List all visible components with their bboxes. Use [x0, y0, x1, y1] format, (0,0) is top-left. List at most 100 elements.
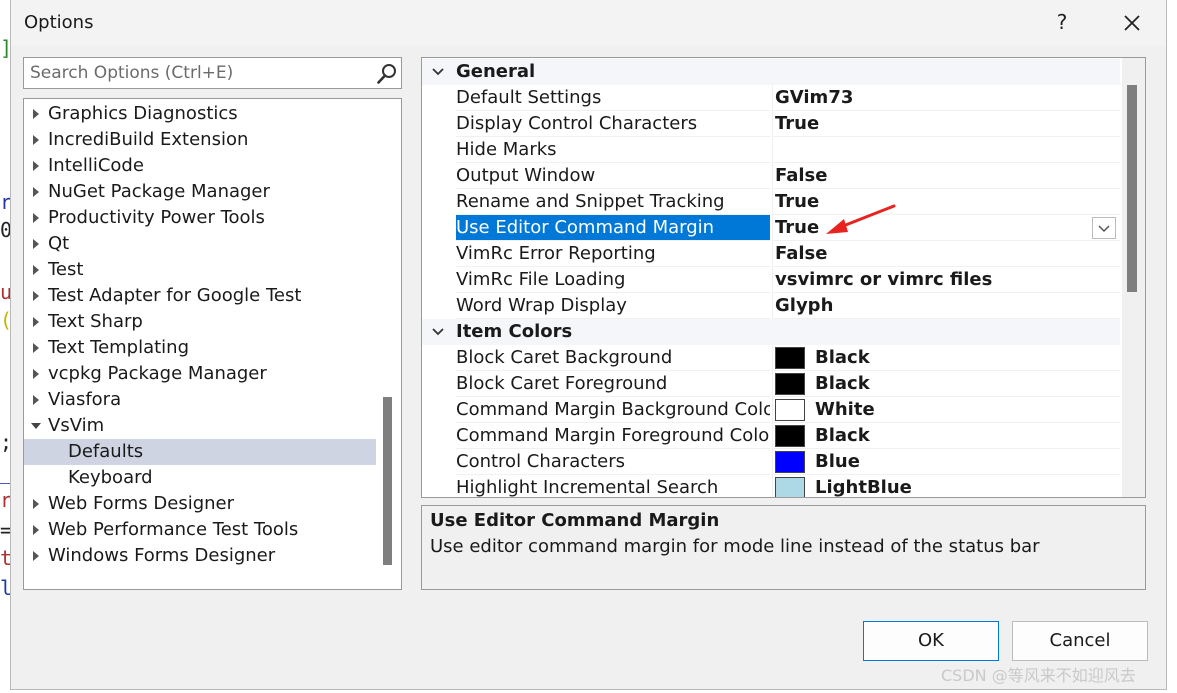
chevron-right-icon[interactable] — [33, 265, 39, 275]
tree-item[interactable]: IncrediBuild Extension — [24, 127, 376, 153]
property-value[interactable]: Black — [772, 423, 1120, 449]
grid-property-row[interactable]: VimRc Error Reporting False — [422, 241, 1120, 267]
property-name[interactable]: Use Editor Command Margin — [456, 215, 770, 241]
grid-property-row[interactable]: Command Margin Foreground Color Black — [422, 423, 1120, 449]
tree-scrollbar-thumb[interactable] — [383, 397, 392, 565]
close-button[interactable] — [1115, 6, 1149, 40]
tree-item[interactable]: Web Performance Test Tools — [24, 517, 376, 543]
property-name[interactable]: Word Wrap Display — [456, 293, 770, 319]
property-value[interactable]: False — [772, 163, 1120, 189]
help-button[interactable]: ? — [1051, 10, 1073, 36]
property-value[interactable]: vsvimrc or vimrc files — [772, 267, 1120, 293]
property-value[interactable]: GVim73 — [772, 85, 1120, 111]
tree-item[interactable]: vcpkg Package Manager — [24, 361, 376, 387]
tree-item[interactable]: Text Templating — [24, 335, 376, 361]
chevron-right-icon[interactable] — [33, 109, 39, 119]
property-grid: General Default Settings GVim73 Display Con… — [421, 57, 1146, 498]
grid-property-row[interactable]: Control Characters Blue — [422, 449, 1120, 475]
tree-item[interactable]: IntelliCode — [24, 153, 376, 179]
chevron-right-icon[interactable] — [33, 317, 39, 327]
grid-property-row[interactable]: Word Wrap Display Glyph — [422, 293, 1120, 319]
tree-item[interactable]: VsVim — [24, 413, 376, 439]
grid-category[interactable]: General — [422, 59, 1120, 85]
grid-property-row[interactable]: Command Margin Background Color White — [422, 397, 1120, 423]
tree-item[interactable]: Viasfora — [24, 387, 376, 413]
grid-property-row[interactable]: Block Caret Foreground Black — [422, 371, 1120, 397]
search-box[interactable] — [23, 57, 402, 89]
tree-item[interactable]: Windows Forms Designer — [24, 543, 376, 569]
chevron-right-icon[interactable] — [33, 499, 39, 509]
color-value-label: Blue — [815, 451, 860, 472]
property-value[interactable]: True — [772, 111, 1120, 137]
chevron-right-icon[interactable] — [33, 161, 39, 171]
property-value[interactable]: Black — [772, 371, 1120, 397]
grid-property-row[interactable]: Display Control Characters True — [422, 111, 1120, 137]
grid-property-row[interactable]: Hide Marks — [422, 137, 1120, 163]
chevron-right-icon[interactable] — [33, 135, 39, 145]
color-value-label: LightBlue — [815, 477, 912, 498]
tree-item[interactable]: Test — [24, 257, 376, 283]
chevron-down-icon[interactable] — [432, 67, 444, 77]
color-value-label: Black — [815, 425, 870, 446]
grid-property-row[interactable]: VimRc File Loading vsvimrc or vimrc files — [422, 267, 1120, 293]
property-name[interactable]: Rename and Snippet Tracking — [456, 189, 770, 215]
tree-item[interactable]: Web Forms Designer — [24, 491, 376, 517]
tree-item[interactable]: Keyboard — [24, 465, 376, 491]
ok-button[interactable]: OK — [863, 621, 999, 661]
property-name[interactable]: Command Margin Foreground Color — [456, 423, 770, 449]
chevron-right-icon[interactable] — [33, 343, 39, 353]
chevron-right-icon[interactable] — [33, 551, 39, 561]
tree-item[interactable]: Qt — [24, 231, 376, 257]
property-name[interactable]: Command Margin Background Color — [456, 397, 770, 423]
chevron-right-icon[interactable] — [33, 395, 39, 405]
grid-category[interactable]: Item Colors — [422, 319, 1120, 345]
property-value[interactable]: Glyph — [772, 293, 1120, 319]
cancel-button[interactable]: Cancel — [1012, 621, 1148, 661]
property-name[interactable]: Display Control Characters — [456, 111, 770, 137]
grid-property-row[interactable]: Highlight Incremental Search LightBlue — [422, 475, 1120, 498]
chevron-right-icon[interactable] — [33, 239, 39, 249]
property-name[interactable]: Control Characters — [456, 449, 770, 475]
property-name[interactable]: VimRc File Loading — [456, 267, 770, 293]
grid-property-row[interactable]: Rename and Snippet Tracking True — [422, 189, 1120, 215]
property-name[interactable]: Block Caret Background — [456, 345, 770, 371]
tree-item-label: Test Adapter for Google Test — [48, 285, 302, 306]
value-dropdown-button[interactable] — [1092, 217, 1116, 239]
tree-item[interactable]: NuGet Package Manager — [24, 179, 376, 205]
grid-property-row[interactable]: Block Caret Background Black — [422, 345, 1120, 371]
chevron-right-icon[interactable] — [33, 369, 39, 379]
property-value[interactable]: False — [772, 241, 1120, 267]
tree-item[interactable]: Graphics Diagnostics — [24, 101, 376, 127]
grid-category-label: Item Colors — [456, 321, 573, 342]
grid-scrollbar-thumb[interactable] — [1127, 85, 1137, 292]
tree-item[interactable]: Test Adapter for Google Test — [24, 283, 376, 309]
tree-item[interactable]: Productivity Power Tools — [24, 205, 376, 231]
grid-property-row[interactable]: Default Settings GVim73 — [422, 85, 1120, 111]
chevron-down-icon[interactable] — [432, 327, 444, 337]
chevron-down-icon[interactable] — [31, 423, 41, 429]
title-bar[interactable]: Options ? — [11, 0, 1166, 46]
property-value[interactable]: Black — [772, 345, 1120, 371]
property-name[interactable]: Hide Marks — [456, 137, 770, 163]
property-name[interactable]: Output Window — [456, 163, 770, 189]
property-value-text: False — [775, 165, 828, 186]
property-name[interactable]: Default Settings — [456, 85, 770, 111]
tree-item[interactable]: Text Sharp — [24, 309, 376, 335]
property-name[interactable]: VimRc Error Reporting — [456, 241, 770, 267]
chevron-right-icon[interactable] — [33, 213, 39, 223]
property-value[interactable] — [772, 137, 1120, 163]
chevron-right-icon[interactable] — [33, 291, 39, 301]
property-name[interactable]: Block Caret Foreground — [456, 371, 770, 397]
property-value[interactable]: Blue — [772, 449, 1120, 475]
property-value[interactable]: White — [772, 397, 1120, 423]
tree-item[interactable]: Defaults — [24, 439, 376, 465]
tree-item-label: Text Templating — [48, 337, 190, 358]
chevron-right-icon[interactable] — [33, 187, 39, 197]
chevron-right-icon[interactable] — [33, 525, 39, 535]
search-input[interactable] — [30, 61, 370, 85]
grid-property-row[interactable]: Use Editor Command Margin True — [422, 215, 1120, 241]
search-icon[interactable] — [376, 63, 398, 85]
property-name[interactable]: Highlight Incremental Search — [456, 475, 770, 497]
property-value[interactable]: LightBlue — [772, 475, 1120, 498]
grid-property-row[interactable]: Output Window False — [422, 163, 1120, 189]
